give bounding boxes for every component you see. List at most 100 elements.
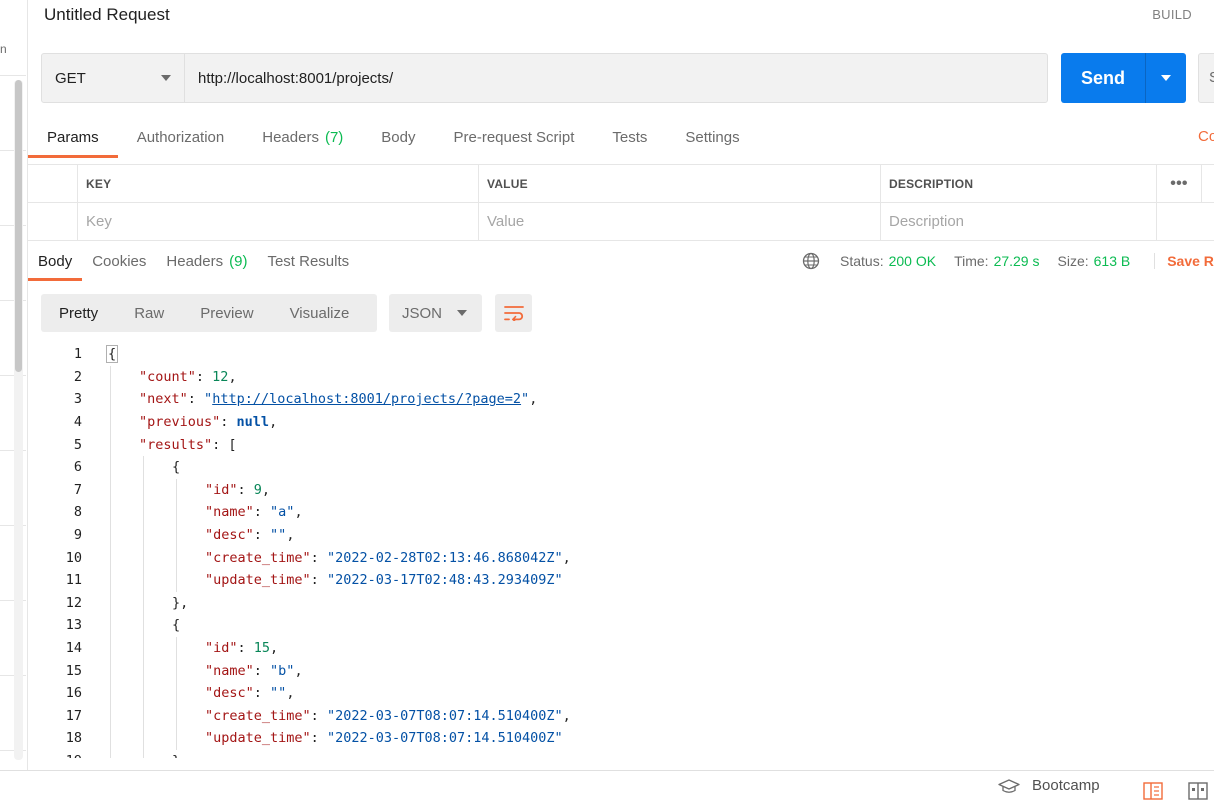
tab-response-headers[interactable]: Headers (9) <box>156 243 257 279</box>
description-input[interactable]: Description <box>881 203 1157 240</box>
code-text: "create_time": "2022-03-07T08:07:14.5104… <box>82 704 571 728</box>
tab-headers[interactable]: Headers (7) <box>243 118 362 156</box>
tab-label: Params <box>47 128 99 146</box>
sidebar-scrollbar[interactable] <box>15 80 22 372</box>
two-pane-view-icon[interactable] <box>1143 782 1163 800</box>
column-header-value: VALUE <box>479 165 881 202</box>
json-string: " <box>204 391 213 408</box>
send-button[interactable]: Send <box>1061 53 1146 103</box>
json-bracket: { <box>106 345 119 364</box>
chevron-down-icon <box>161 75 171 81</box>
time-value[interactable]: 27.29 s <box>994 253 1040 269</box>
indent-guide <box>143 591 144 615</box>
code-text: "name": "b", <box>82 659 303 682</box>
json-punctuation: , <box>294 504 303 521</box>
json-punctuation: , <box>286 527 295 544</box>
view-pretty-button[interactable]: Pretty <box>41 294 116 332</box>
indent-guide <box>110 501 111 524</box>
code-text: "update_time": "2022-03-17T02:48:43.2934… <box>82 568 563 592</box>
view-raw-button[interactable]: Raw <box>116 294 182 332</box>
json-punctuation: : <box>237 481 254 498</box>
params-table: KEY VALUE DESCRIPTION ••• Key Value Desc… <box>28 164 1214 241</box>
json-string: "2022-03-17T02:48:43.293409Z" <box>326 572 563 589</box>
build-mode-label[interactable]: BUILD <box>1152 7 1192 22</box>
indent-guide <box>176 546 177 569</box>
indent-guide <box>176 659 177 682</box>
indent-guide <box>176 704 177 728</box>
code-text: "create_time": "2022-02-28T02:13:46.8680… <box>82 546 571 569</box>
indent-guide <box>143 478 144 502</box>
status-bar: Bootcamp <box>0 770 1214 801</box>
wrap-lines-button[interactable] <box>495 294 532 332</box>
status-label: Status: <box>840 253 884 269</box>
tab-label: Headers <box>262 128 319 146</box>
code-text: { <box>82 455 180 479</box>
json-punctuation: : <box>253 685 271 702</box>
sidebar-divider <box>0 75 26 76</box>
tab-test-results[interactable]: Test Results <box>257 243 359 279</box>
cookies-link[interactable]: Co <box>1198 128 1214 145</box>
view-preview-button[interactable]: Preview <box>182 294 271 332</box>
url-input[interactable] <box>185 54 1047 102</box>
globe-icon[interactable] <box>802 252 820 270</box>
line-number: 1 <box>73 346 82 363</box>
json-punctuation: : [ <box>212 436 237 453</box>
table-row: Key Value Description <box>28 203 1214 241</box>
key-input[interactable]: Key <box>78 203 479 240</box>
json-key: "desc" <box>205 685 254 702</box>
code-line: 8 "name": "a", <box>28 501 1214 524</box>
tab-label: Pre-request Script <box>453 128 575 146</box>
view-visualize-button[interactable]: Visualize <box>272 294 368 332</box>
indent-guide <box>110 749 111 758</box>
json-punctuation: : <box>237 640 254 657</box>
tab-params[interactable]: Params <box>28 118 118 158</box>
value-input[interactable]: Value <box>479 203 881 240</box>
table-header-row: KEY VALUE DESCRIPTION ••• <box>28 165 1214 203</box>
json-key: "previous" <box>139 414 221 431</box>
code-text: { <box>82 343 119 366</box>
ellipsis-icon[interactable]: ••• <box>1157 165 1202 202</box>
code-text: { <box>82 614 180 637</box>
code-text: "count": 12, <box>82 365 237 389</box>
tab-settings[interactable]: Settings <box>666 118 758 156</box>
json-punctuation: }, <box>172 753 188 758</box>
code-line: 16 "desc": "", <box>28 681 1214 705</box>
size-value[interactable]: 613 B <box>1094 253 1131 269</box>
line-number: 12 <box>65 594 82 611</box>
format-select[interactable]: JSON <box>389 294 482 332</box>
response-meta: Status: 200 OK Time: 27.29 s Size: 613 B… <box>802 252 1214 270</box>
json-string: "b" <box>270 662 295 679</box>
tab-tests[interactable]: Tests <box>593 118 666 156</box>
json-string: "2022-02-28T02:13:46.868042Z" <box>326 549 563 566</box>
tab-label: Tests <box>612 128 648 146</box>
code-line: 9 "desc": "", <box>28 523 1214 547</box>
method-select[interactable]: GET <box>42 54 185 102</box>
json-punctuation: : <box>187 391 205 408</box>
status-value[interactable]: 200 OK <box>889 253 936 269</box>
side-by-side-layout-icon[interactable] <box>1188 782 1208 800</box>
tab-pre-request-script[interactable]: Pre-request Script <box>435 118 594 156</box>
indent-guide <box>110 636 111 660</box>
response-body-editor[interactable]: 1{2 "count": 12, 3 "next": " http://localhos… <box>28 343 1214 758</box>
bootcamp-button[interactable]: Bootcamp <box>998 777 1100 794</box>
chevron-down-icon <box>457 310 467 316</box>
tab-body[interactable]: Body <box>362 118 434 156</box>
code-line: 6{ <box>28 455 1214 479</box>
save-response-button[interactable]: Save R <box>1154 253 1214 269</box>
checkbox-column <box>28 165 78 202</box>
indent-guide <box>110 659 111 682</box>
tab-label: Cookies <box>92 252 147 270</box>
indent-guide <box>143 727 144 750</box>
json-key: "create_time" <box>205 707 311 724</box>
tab-response-cookies[interactable]: Cookies <box>82 243 156 279</box>
save-button[interactable]: S <box>1198 53 1214 103</box>
json-link[interactable]: http://localhost:8001/projects/?page=2 <box>212 391 521 407</box>
json-string: "" <box>270 685 287 702</box>
json-string: " <box>521 391 530 408</box>
send-options-button[interactable] <box>1146 53 1186 103</box>
json-punctuation: : <box>195 368 213 385</box>
request-title[interactable]: Untitled Request <box>44 5 170 25</box>
json-punctuation: , <box>286 685 295 702</box>
tab-response-body[interactable]: Body <box>28 243 83 281</box>
tab-authorization[interactable]: Authorization <box>118 118 244 156</box>
